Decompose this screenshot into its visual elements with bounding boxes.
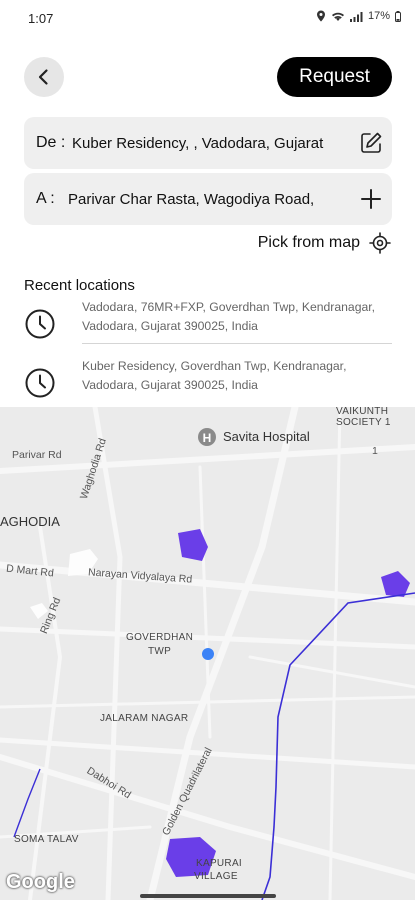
location-status-icon — [316, 10, 325, 22]
arrow-left-icon — [38, 69, 48, 85]
recent-location-address: Vadodara, 76MR+FXP, Goverdhan Twp, Kendr… — [82, 300, 376, 333]
map-view[interactable]: H Savita Hospital VAIKUNTH SOCIETY 1 1 P… — [0, 407, 415, 900]
from-value[interactable]: Kuber Residency, , Vadodara, Gujarat — [72, 135, 350, 152]
map-label-kapurai: KAPURAI — [196, 858, 243, 869]
map-roads: H — [0, 407, 415, 900]
map-label-waghodia: AGHODIA — [0, 514, 60, 529]
edit-icon[interactable] — [358, 130, 384, 156]
signal-status-icon — [349, 11, 363, 22]
pick-from-map-label: Pick from map — [257, 234, 360, 251]
map-label-one: 1 — [372, 445, 378, 457]
locate-icon — [369, 232, 391, 254]
status-bar: 1:07 17% — [0, 0, 415, 38]
map-label-goverdhan: GOVERDHAN — [126, 632, 194, 643]
map-label-parivar-rd: Parivar Rd — [12, 449, 62, 461]
recent-location-address: Kuber Residency, Goverdhan Twp, Kendrana… — [82, 359, 347, 392]
map-label-village: VILLAGE — [194, 871, 238, 882]
map-label-twp: TWP — [148, 646, 172, 657]
google-logo: Google — [6, 871, 75, 893]
clock-icon — [25, 368, 55, 398]
plus-icon[interactable] — [358, 186, 384, 212]
to-field[interactable]: A : Parivar Char Rasta, Wagodiya Road, — [24, 173, 392, 225]
recent-locations-title: Recent locations — [24, 277, 135, 294]
from-label: De : — [36, 134, 66, 151]
map-label-savita: Savita Hospital — [223, 429, 310, 444]
home-indicator[interactable] — [140, 894, 276, 898]
back-button[interactable] — [24, 57, 64, 97]
to-value[interactable]: Parivar Char Rasta, Wagodiya Road, — [68, 191, 350, 208]
battery-icon — [395, 10, 401, 22]
clock-icon — [25, 309, 55, 339]
svg-text:H: H — [203, 431, 212, 445]
wifi-status-icon — [331, 12, 344, 21]
status-time: 1:07 — [28, 11, 54, 26]
request-button[interactable]: Request — [277, 57, 392, 97]
recent-location-item[interactable]: Kuber Residency, Goverdhan Twp, Kendrana… — [24, 357, 392, 409]
battery-percent: 17% — [367, 10, 390, 22]
map-label-soma: SOMA TALAV — [14, 834, 79, 845]
to-label: A : — [36, 190, 55, 207]
map-label-vaikunth: VAIKUNTH — [336, 407, 389, 417]
map-label-society: SOCIETY 1 — [336, 417, 391, 428]
from-field[interactable]: De : Kuber Residency, , Vadodara, Gujara… — [24, 117, 392, 169]
status-icons: 17% — [316, 10, 401, 22]
pick-from-map-button[interactable]: Pick from map — [258, 232, 391, 254]
map-label-jalaram: JALARAM NAGAR — [100, 713, 189, 724]
divider — [82, 343, 392, 344]
